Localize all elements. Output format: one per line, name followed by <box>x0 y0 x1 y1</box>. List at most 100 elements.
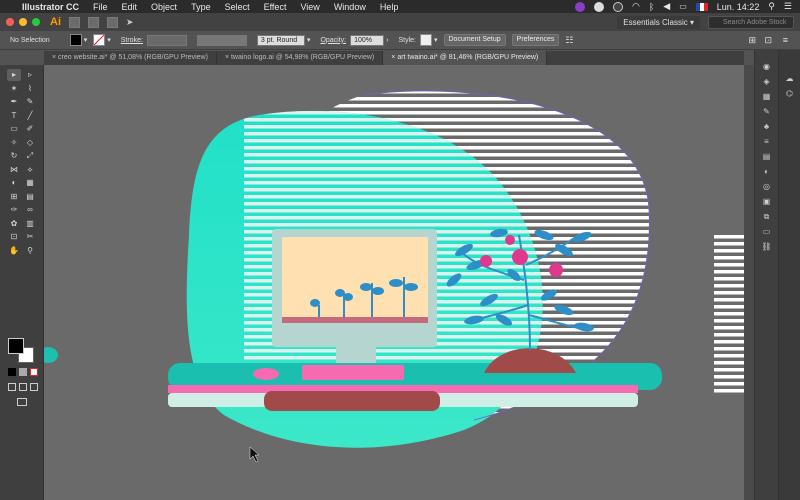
chevron-down-icon[interactable]: ▾ <box>434 36 438 44</box>
volume-icon[interactable]: ◀ <box>663 1 670 12</box>
opacity-field[interactable]: 100% <box>350 34 385 46</box>
clock[interactable]: Lun. 14:22 <box>717 2 760 12</box>
symbol-sprayer-icon[interactable]: ✿ <box>7 218 21 230</box>
free-transform-icon[interactable]: ⟡ <box>23 164 37 176</box>
stroke-label[interactable]: Stroke: <box>121 37 143 44</box>
creative-cloud-icon[interactable] <box>575 1 586 12</box>
menu-effect[interactable]: Effect <box>264 2 287 12</box>
wifi-icon[interactable]: ◠ <box>632 1 640 12</box>
zoom-window-icon[interactable] <box>32 18 40 26</box>
variable-width-profile[interactable] <box>196 34 247 46</box>
blend-icon[interactable]: ∞ <box>23 204 37 216</box>
tab-twaino-logo[interactable]: × twaino logo.ai @ 54,98% (RGB/GPU Previ… <box>217 51 384 65</box>
color-mode-icon[interactable] <box>8 368 16 376</box>
stroke-icon[interactable]: ≡ <box>761 137 772 147</box>
battery-icon[interactable]: ▭ <box>679 2 687 11</box>
artboard-canvas[interactable] <box>44 65 754 500</box>
bluetooth-icon[interactable]: ᛒ <box>649 2 654 12</box>
app-name-menu[interactable]: Illustrator CC <box>22 2 79 12</box>
perspective-icon[interactable]: ▦ <box>23 177 37 189</box>
stock-search-input[interactable]: Search Adobe Stock <box>708 16 794 29</box>
draw-behind-icon[interactable] <box>19 383 27 391</box>
mesh-icon[interactable]: ⊞ <box>7 191 21 203</box>
artboards-icon[interactable]: ▭ <box>761 227 772 237</box>
document-setup-button[interactable]: Document Setup <box>443 34 506 46</box>
none-mode-icon[interactable] <box>30 368 38 376</box>
preferences-button[interactable]: Preferences <box>511 34 560 46</box>
scale-icon[interactable]: ⤢ <box>23 150 37 162</box>
stroke-weight-field[interactable] <box>146 34 187 46</box>
gpu-performance-icon[interactable]: ➤ <box>126 17 134 28</box>
camera-icon[interactable] <box>613 1 624 12</box>
opacity-label[interactable]: Opacity: <box>320 37 346 44</box>
pen-icon[interactable]: ✒ <box>7 96 21 108</box>
tab-art-twaino[interactable]: × art twaino.ai* @ 81,46% (RGB/GPU Previ… <box>383 51 548 65</box>
appearance-icon[interactable]: ◎ <box>761 182 772 192</box>
screen-mode-icon[interactable] <box>17 398 27 406</box>
color-icon[interactable]: ◉ <box>761 62 772 72</box>
tab-close-icon[interactable]: × <box>52 54 56 61</box>
gradient-panel-icon[interactable]: ▤ <box>761 152 772 162</box>
graph-icon[interactable]: ▥ <box>23 218 37 230</box>
minimize-window-icon[interactable] <box>19 18 27 26</box>
fill-color-swatch[interactable] <box>69 34 82 46</box>
shape-builder-icon[interactable]: ◐ <box>7 177 21 189</box>
menu-object[interactable]: Object <box>151 2 177 12</box>
eraser-icon[interactable]: ◇ <box>23 137 37 149</box>
links-icon[interactable]: ⛓ <box>761 242 772 252</box>
brushes-icon[interactable]: ✎ <box>761 107 772 117</box>
tab-creo-website[interactable]: × creo website.ai* @ 51,08% (RGB/GPU Pre… <box>44 51 217 65</box>
draw-inside-icon[interactable] <box>30 383 38 391</box>
workspace-switcher[interactable]: Essentials Classic ▾ <box>617 16 700 29</box>
width-icon[interactable]: ⋈ <box>7 164 21 176</box>
graphic-styles-icon[interactable]: ▣ <box>761 197 772 207</box>
draw-normal-icon[interactable] <box>8 383 16 391</box>
magic-wand-icon[interactable]: ✶ <box>7 83 21 95</box>
artboard-icon[interactable]: ⊡ <box>7 231 21 243</box>
shaper-icon[interactable]: ✧ <box>7 137 21 149</box>
tab-close-icon[interactable]: × <box>391 54 395 61</box>
chevron-right-icon[interactable]: › <box>386 37 388 44</box>
stock-icon[interactable] <box>88 16 99 28</box>
menu-view[interactable]: View <box>300 2 319 12</box>
zoom-icon[interactable]: ⚲ <box>23 245 37 257</box>
curvature-icon[interactable]: ✎ <box>23 96 37 108</box>
gradient-mode-icon[interactable] <box>19 368 27 376</box>
swatches-icon[interactable]: ▦ <box>761 92 772 102</box>
menu-select[interactable]: Select <box>225 2 250 12</box>
panel-menu-icon[interactable]: ≡ <box>783 35 788 45</box>
fill-color-box[interactable] <box>8 338 24 354</box>
type-icon[interactable]: T <box>7 110 21 122</box>
close-window-icon[interactable] <box>6 18 14 26</box>
rectangle-icon[interactable]: ▭ <box>7 123 21 135</box>
rotate-icon[interactable]: ↻ <box>7 150 21 162</box>
tab-close-icon[interactable]: × <box>225 54 229 61</box>
menu-help[interactable]: Help <box>380 2 399 12</box>
symbols-icon[interactable]: ♣ <box>761 122 772 132</box>
chevron-down-icon[interactable]: ▾ <box>84 36 88 44</box>
menu-edit[interactable]: Edit <box>122 2 138 12</box>
notification-icon[interactable]: ☰ <box>784 1 792 12</box>
align-icon[interactable]: ⊞ <box>748 35 756 46</box>
bridge-icon[interactable] <box>69 16 80 28</box>
menu-file[interactable]: File <box>93 2 108 12</box>
properties-icon[interactable]: ⌬ <box>784 89 795 99</box>
gradient-icon[interactable]: ▤ <box>23 191 37 203</box>
arrange-icon[interactable]: ☷ <box>565 35 573 46</box>
slice-icon[interactable]: ✂ <box>23 231 37 243</box>
status-icon[interactable] <box>594 1 605 12</box>
graphic-style-swatch[interactable] <box>419 34 432 46</box>
vertical-scrollbar[interactable] <box>744 65 754 500</box>
direct-selection-icon[interactable]: ▹ <box>23 69 37 81</box>
layers-icon[interactable]: ⧉ <box>761 212 772 222</box>
stroke-color-swatch[interactable] <box>93 34 106 46</box>
chevron-down-icon[interactable]: ▾ <box>307 36 311 44</box>
color-guide-icon[interactable]: ◈ <box>761 77 772 87</box>
hand-icon[interactable]: ✋ <box>7 245 21 257</box>
arrange-documents-icon[interactable] <box>107 16 118 28</box>
spotlight-icon[interactable]: ⚲ <box>768 1 775 12</box>
chevron-down-icon[interactable]: ▾ <box>107 36 111 44</box>
menu-type[interactable]: Type <box>191 2 211 12</box>
selection-icon[interactable]: ▸ <box>7 69 21 81</box>
brush-definition-field[interactable]: 3 pt. Round <box>256 34 305 46</box>
